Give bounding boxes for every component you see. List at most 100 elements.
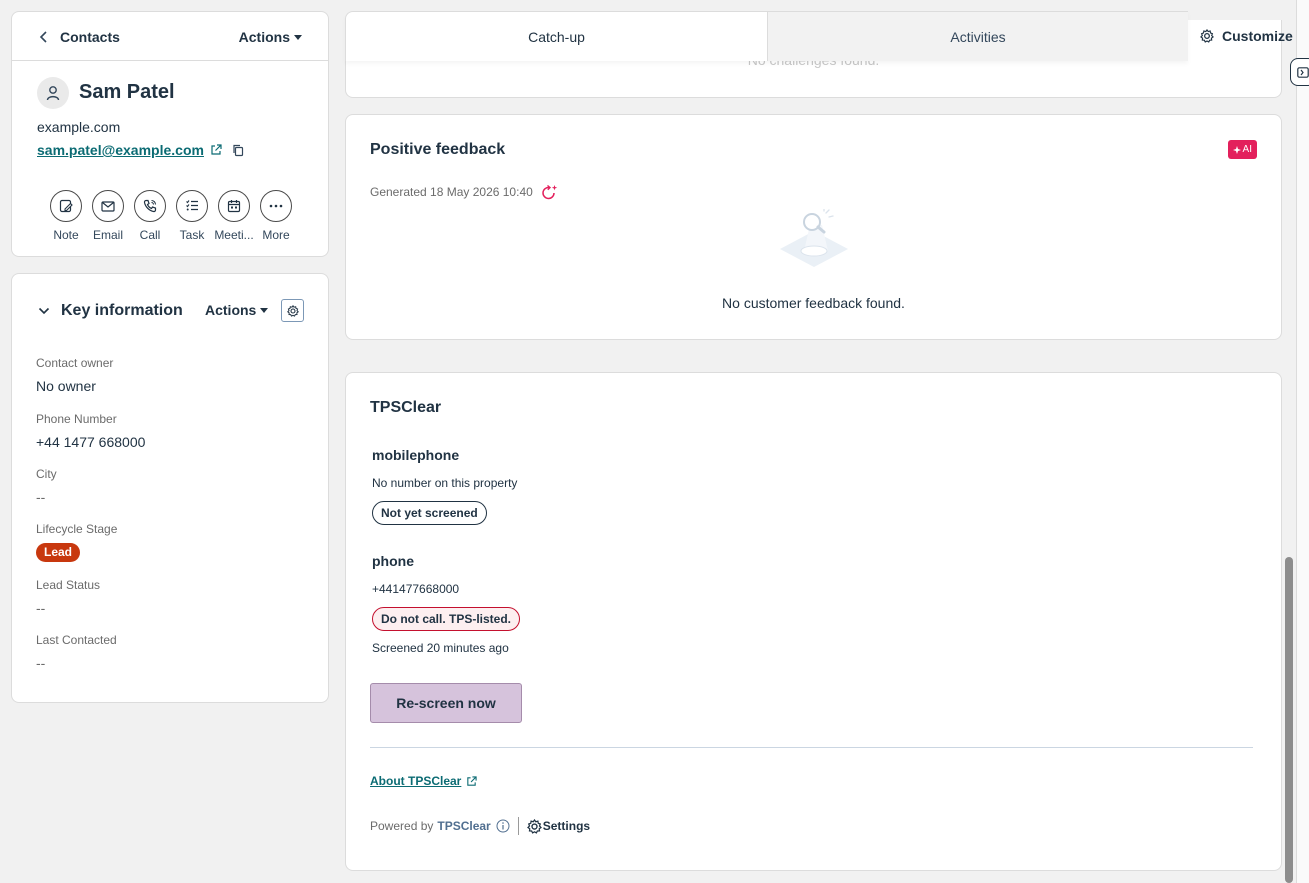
field-value-city[interactable]: --	[36, 489, 45, 505]
tab-activities[interactable]: Activities	[767, 12, 1188, 61]
back-label: Contacts	[60, 29, 120, 45]
external-link-icon[interactable]	[210, 144, 222, 156]
email-button[interactable]	[92, 190, 124, 222]
info-icon[interactable]	[496, 819, 510, 833]
tpsclear-card: TPSClear mobilephone No number on this p…	[345, 372, 1282, 871]
divider	[12, 60, 328, 61]
phone-heading: phone	[372, 553, 414, 569]
settings-label: Settings	[542, 819, 591, 833]
powered-brand: TPSClear	[437, 819, 491, 833]
vertical-divider	[517, 817, 519, 835]
lifecycle-stage-badge[interactable]: Lead	[36, 543, 81, 562]
scrollbar-track[interactable]	[1284, 62, 1294, 883]
mobilephone-detail: No number on this property	[372, 476, 518, 490]
field-value-lead-status[interactable]: --	[36, 600, 45, 616]
more-button[interactable]	[260, 190, 292, 222]
powered-prefix: Powered by	[370, 819, 434, 833]
tabs-bar: Catch-up Activities	[345, 11, 1188, 61]
tab-activities-label: Activities	[950, 28, 1006, 45]
meeting-button[interactable]	[218, 190, 250, 222]
contact-domain: example.com	[37, 119, 121, 135]
key-info-title: Key information	[61, 302, 183, 319]
gear-icon	[1200, 29, 1214, 43]
note-label: Note	[53, 228, 79, 242]
task-action[interactable]: Task	[171, 190, 213, 242]
expand-panel-button[interactable]	[1290, 58, 1309, 86]
powered-by-row: Powered by TPSClear Settings	[370, 817, 590, 835]
field-value-last-contacted[interactable]: --	[36, 655, 45, 671]
meeting-icon	[227, 199, 241, 213]
contact-actions-menu[interactable]: Actions	[239, 28, 302, 46]
email-action[interactable]: Email	[87, 190, 129, 242]
email-icon	[101, 200, 115, 212]
actions-label: Actions	[238, 29, 290, 45]
note-icon	[59, 199, 73, 213]
task-icon	[185, 199, 199, 213]
ai-badge: AI	[1227, 140, 1257, 159]
call-label: Call	[139, 228, 161, 242]
generated-text: Generated 18 May 2026 10:40	[370, 185, 533, 199]
tpsclear-title: TPSClear	[370, 399, 442, 416]
caret-down-icon	[294, 34, 302, 40]
key-info-actions-menu[interactable]: Actions	[205, 302, 269, 318]
chevron-down-icon	[38, 307, 50, 315]
field-label-phone: Phone Number	[36, 412, 117, 426]
field-label-lead-status: Lead Status	[36, 578, 101, 592]
person-icon	[46, 85, 60, 101]
email-row: sam.patel@example.com	[37, 142, 244, 158]
note-action[interactable]: Note	[45, 190, 87, 242]
field-value-phone[interactable]: +44 1477 668000	[36, 434, 145, 450]
task-button[interactable]	[176, 190, 208, 222]
about-tpsclear-link[interactable]: About TPSClear	[370, 774, 477, 788]
side-panel-edge	[1296, 0, 1309, 883]
task-label: Task	[179, 228, 205, 242]
note-button[interactable]	[50, 190, 82, 222]
mobilephone-heading: mobilephone	[372, 447, 460, 463]
avatar	[37, 77, 69, 109]
tab-catch-up-label: Catch-up	[528, 28, 585, 45]
more-icon	[269, 204, 283, 208]
call-action[interactable]: Call	[129, 190, 171, 242]
chevron-left-icon	[38, 30, 50, 44]
field-value-contact-owner[interactable]: No owner	[36, 378, 96, 394]
scrollbar-thumb[interactable]	[1285, 557, 1293, 883]
copy-icon[interactable]	[232, 144, 244, 157]
screened-time: Screened 20 minutes ago	[372, 641, 509, 655]
field-label-last-contacted: Last Contacted	[36, 633, 117, 647]
rescreen-button[interactable]: Re-screen now	[370, 683, 522, 723]
field-label-city: City	[36, 467, 57, 481]
field-label-lifecycle: Lifecycle Stage	[36, 522, 118, 536]
contact-email-link[interactable]: sam.patel@example.com	[37, 142, 204, 158]
more-label: More	[262, 228, 290, 242]
generated-row: Generated 18 May 2026 10:40	[370, 184, 558, 200]
key-info-toggle[interactable]: Key information	[38, 302, 183, 320]
contact-header-card: Contacts Actions Sam Patel example.com s…	[11, 11, 329, 257]
caret-down-icon	[260, 307, 269, 313]
key-info-settings-button[interactable]	[281, 299, 304, 322]
more-action[interactable]: More	[255, 190, 297, 242]
gear-icon	[526, 818, 542, 834]
panel-expand-icon	[1297, 66, 1309, 78]
meeting-label: Meeti...	[214, 228, 254, 242]
settings-link[interactable]: Settings	[526, 818, 591, 834]
empty-search-illustration	[776, 209, 852, 275]
customize-button[interactable]: Customize	[1200, 27, 1293, 45]
feedback-empty-text: No customer feedback found.	[722, 295, 905, 311]
external-link-icon	[466, 775, 477, 787]
email-label: Email	[92, 228, 123, 242]
gear-icon	[286, 304, 299, 317]
back-to-contacts-link[interactable]: Contacts	[38, 28, 120, 46]
about-link-label: About TPSClear	[370, 774, 462, 788]
regenerate-icon[interactable]	[541, 184, 558, 200]
tab-catch-up[interactable]: Catch-up	[346, 12, 767, 61]
sparkle-icon	[1232, 145, 1241, 154]
feedback-title: Positive feedback	[370, 141, 506, 158]
actions-label: Actions	[205, 302, 257, 318]
meeting-action[interactable]: Meeti...	[213, 190, 255, 242]
ai-badge-label: AI	[1242, 144, 1252, 155]
key-information-card: Key information Actions Contact owner No…	[11, 273, 329, 703]
phone-number: +441477668000	[372, 582, 460, 596]
customize-label: Customize	[1222, 28, 1293, 44]
call-button[interactable]	[134, 190, 166, 222]
call-icon	[143, 199, 157, 213]
